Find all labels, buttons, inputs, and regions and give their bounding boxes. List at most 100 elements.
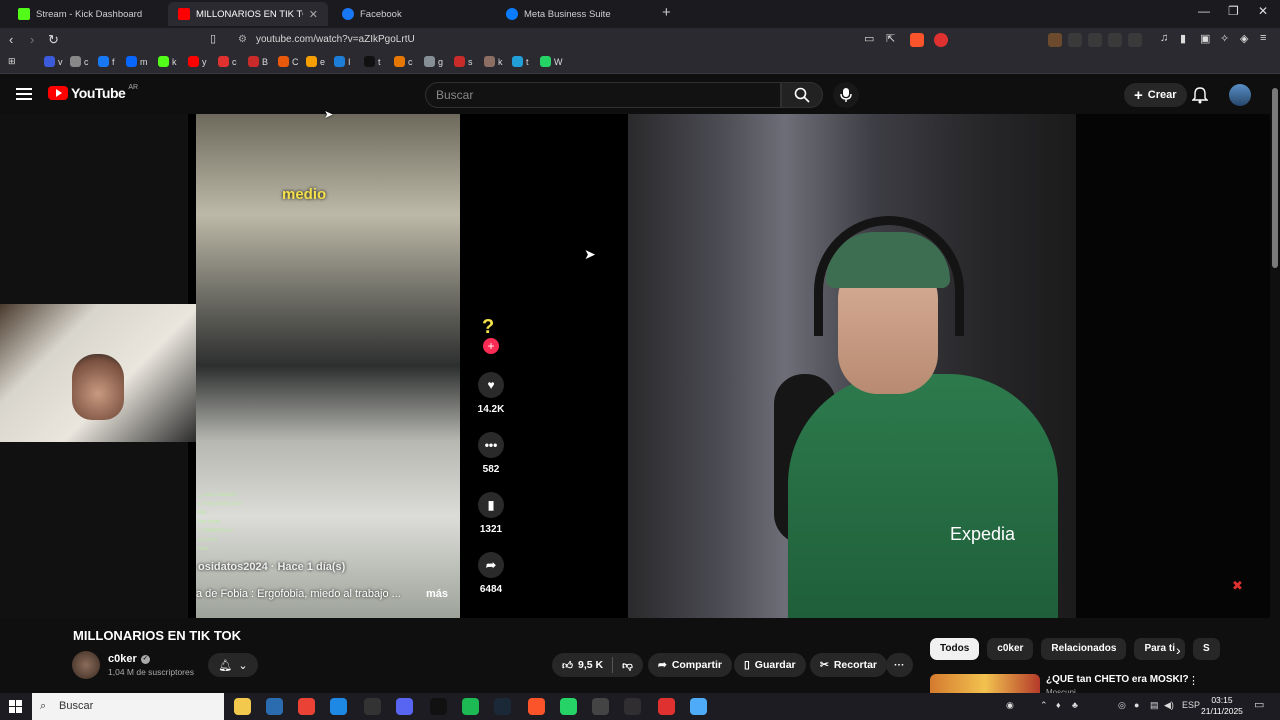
share-button[interactable]: ➦ Compartir: [648, 653, 732, 677]
youtube-logo[interactable]: YouTube AR: [48, 84, 138, 101]
vpn-icon[interactable]: ◈: [1240, 32, 1248, 45]
bookmark-item[interactable]: f: [98, 56, 115, 67]
bookmark-item[interactable]: t: [364, 56, 381, 67]
maximize-icon[interactable]: ❐: [1228, 4, 1239, 18]
tray-app-icon[interactable]: ◎: [1118, 700, 1126, 711]
channel-avatar[interactable]: [72, 651, 100, 679]
bookmark-item[interactable]: k: [158, 56, 177, 67]
thumbs-down-icon[interactable]: 👎︎: [622, 659, 633, 672]
bookmark-item[interactable]: c: [218, 56, 237, 67]
bookmark-item[interactable]: t: [512, 56, 529, 67]
video-player[interactable]: medio _y sino tambien x: Ergo fobia coco M…: [0, 114, 1270, 618]
tab-meta-business[interactable]: Meta Business Suite: [496, 2, 656, 26]
unity-icon[interactable]: [592, 698, 609, 715]
url-field[interactable]: ⚙ youtube.com/watch?v=aZIkPgoLrtU: [232, 31, 856, 49]
bookmark-item[interactable]: s: [454, 56, 473, 67]
chip-filter[interactable]: Relacionados: [1041, 638, 1127, 660]
menu-icon[interactable]: ≡: [1260, 32, 1266, 44]
steam-icon[interactable]: [494, 698, 511, 715]
close-tab-icon[interactable]: ✕: [309, 8, 318, 21]
bookmark-item[interactable]: B: [248, 56, 268, 67]
tray-app-icon[interactable]: ♣: [1072, 700, 1078, 710]
bookmark-item[interactable]: I: [334, 56, 351, 67]
reload-icon[interactable]: ↻: [48, 32, 59, 48]
like-dislike-group[interactable]: 👍︎ 9,5 K 👎︎: [552, 653, 643, 677]
channel-name[interactable]: c0ker: [108, 653, 137, 665]
channel-name-row[interactable]: c0ker ✓: [108, 653, 150, 665]
back-icon[interactable]: ‹: [9, 32, 13, 47]
brave-shield-icon[interactable]: [910, 33, 924, 47]
account-avatar[interactable]: [1229, 84, 1251, 106]
subscription-bell-button[interactable]: 🔔︎ ⌄: [208, 653, 258, 677]
bookmark-item[interactable]: c: [70, 56, 89, 67]
language-indicator[interactable]: ESP: [1182, 700, 1200, 710]
share-page-icon[interactable]: ⇱: [886, 32, 895, 45]
puzzle-icon[interactable]: [1108, 33, 1122, 47]
bookmark-icon[interactable]: ▯: [210, 32, 216, 45]
tray-app-icon[interactable]: ♦: [1056, 700, 1061, 710]
chevron-right-icon[interactable]: ›: [1176, 642, 1181, 658]
cast-icon[interactable]: ▭: [864, 32, 874, 45]
chip-filter[interactable]: c0ker: [987, 638, 1034, 660]
page-scrollbar[interactable]: [1270, 76, 1280, 693]
recommendation-title[interactable]: ¿QUE tan CHETO era MOSKI?: [1046, 674, 1189, 685]
create-button[interactable]: + Crear: [1124, 83, 1187, 107]
bookmark-item[interactable]: W: [540, 56, 563, 67]
capcut-icon[interactable]: [430, 698, 447, 715]
sidebar-icon[interactable]: ▮: [1180, 32, 1186, 45]
forward-icon[interactable]: ›: [30, 32, 34, 47]
spotify-icon[interactable]: [462, 698, 479, 715]
minimize-icon[interactable]: —: [1198, 4, 1210, 18]
notification-center-icon[interactable]: ▭: [1254, 698, 1264, 711]
thumbs-up-icon[interactable]: 👍︎: [562, 659, 573, 672]
tray-chevron-icon[interactable]: ⌃: [1040, 700, 1048, 711]
obs-icon[interactable]: [624, 698, 641, 715]
bookmark-item[interactable]: e: [306, 56, 325, 67]
site-info-icon[interactable]: ⚙: [238, 31, 247, 49]
network-icon[interactable]: ▤: [1150, 700, 1159, 711]
search-input[interactable]: Buscar: [425, 82, 781, 108]
bookmark-item[interactable]: k: [484, 56, 503, 67]
brave-icon[interactable]: [528, 698, 545, 715]
scrollbar-thumb[interactable]: [1272, 88, 1278, 268]
tab-youtube[interactable]: MILLONARIOS EN TIK TOK - Y ✕: [168, 2, 328, 26]
calculator-icon[interactable]: [690, 698, 707, 715]
tab-kick-dashboard[interactable]: Stream - Kick Dashboard: [8, 2, 168, 26]
taskbar-search-input[interactable]: ⌕ Buscar: [32, 693, 224, 720]
windows-start-icon[interactable]: [9, 700, 22, 713]
apps-grid-icon[interactable]: ⊞: [8, 56, 16, 67]
screen-recorder-icon[interactable]: [658, 698, 675, 715]
recommendation-thumbnail[interactable]: [930, 674, 1040, 694]
extension-icon[interactable]: [1068, 33, 1082, 47]
more-actions-button[interactable]: ···: [886, 653, 913, 677]
extension-icon[interactable]: [1048, 33, 1062, 47]
bookmark-item[interactable]: g: [424, 56, 443, 67]
system-clock[interactable]: 03:15 21/11/2025: [1201, 695, 1243, 717]
bookmark-item[interactable]: y: [188, 56, 207, 67]
leo-ai-icon[interactable]: ✧: [1220, 32, 1229, 45]
notifications-bell-icon[interactable]: [1192, 87, 1208, 104]
more-vertical-icon[interactable]: ⋮: [1188, 674, 1199, 687]
new-tab-button[interactable]: +: [662, 4, 671, 21]
tray-app-icon[interactable]: ◉: [1006, 700, 1014, 711]
bookmark-item[interactable]: C: [278, 56, 299, 67]
chrome-icon[interactable]: [298, 698, 315, 715]
tray-app-icon[interactable]: ●: [1134, 700, 1139, 710]
discord-icon[interactable]: [396, 698, 413, 715]
volume-icon[interactable]: ◀): [1164, 700, 1174, 711]
voice-search-button[interactable]: [833, 82, 859, 108]
save-button[interactable]: ▯ Guardar: [734, 653, 806, 677]
chip-filter[interactable]: S: [1193, 638, 1220, 660]
miniplayer-icon[interactable]: ✖: [1232, 578, 1243, 594]
bookmark-item[interactable]: m: [126, 56, 148, 67]
bookmark-item[interactable]: c: [394, 56, 413, 67]
extension-icon[interactable]: [1128, 33, 1142, 47]
clip-button[interactable]: ✂ Recortar: [810, 653, 887, 677]
music-icon[interactable]: ♫: [1160, 32, 1168, 44]
chip-filter[interactable]: Todos: [930, 638, 980, 660]
tab-facebook[interactable]: Facebook: [332, 2, 492, 26]
extension-icon[interactable]: [1088, 33, 1102, 47]
mail-icon[interactable]: [330, 698, 347, 715]
wallet-icon[interactable]: ▣: [1200, 32, 1210, 45]
bookmark-item[interactable]: v: [44, 56, 63, 67]
